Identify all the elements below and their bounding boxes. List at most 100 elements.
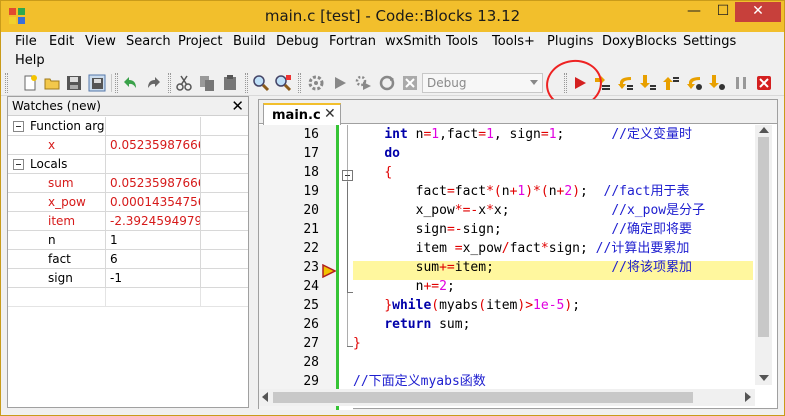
- code-token: //下面定义myabs函数: [353, 374, 486, 389]
- code-token: //fact用于表: [603, 184, 690, 199]
- line-number: 25: [303, 298, 319, 313]
- menu-edit[interactable]: Edit: [49, 34, 74, 49]
- next-instruction-icon[interactable]: [685, 74, 703, 92]
- rebuild-icon[interactable]: [378, 74, 396, 92]
- build-target-select[interactable]: Debug: [422, 73, 543, 93]
- menu-doxyblocks[interactable]: DoxyBlocks: [602, 34, 677, 49]
- step-into-instruction-icon[interactable]: [708, 74, 726, 92]
- code-area[interactable]: int n=1,fact=1, sign=1; //定义变量时 do { fac…: [353, 125, 753, 410]
- copy-icon[interactable]: [198, 74, 216, 92]
- menu-view[interactable]: View: [85, 34, 116, 49]
- step-out-icon[interactable]: [662, 74, 680, 92]
- undo-icon[interactable]: [121, 74, 139, 92]
- open-icon[interactable]: [43, 74, 61, 92]
- build-and-run-icon[interactable]: [354, 74, 372, 92]
- replace-icon[interactable]: [274, 74, 292, 92]
- watch-row[interactable]: x 0.05235987666: [8, 136, 248, 155]
- collapse-icon[interactable]: [13, 159, 24, 170]
- build-icon[interactable]: [307, 74, 325, 92]
- watch-row[interactable]: item -2.39245949796: [8, 212, 248, 231]
- close-window-button[interactable]: ✕: [735, 2, 781, 22]
- minimize-button[interactable]: —: [681, 2, 707, 22]
- watches-panel: Watches (new) ✕ Function argu x 0.052359…: [7, 96, 249, 408]
- menu-tools[interactable]: Tools: [446, 34, 478, 49]
- collapse-icon[interactable]: [13, 121, 24, 132]
- maximize-button[interactable]: ☐: [710, 2, 736, 22]
- watch-row[interactable]: sign -1: [8, 269, 248, 288]
- line-number: 20: [303, 203, 319, 218]
- menu-settings[interactable]: Settings: [683, 34, 736, 49]
- vertical-scrollbar[interactable]: [755, 125, 772, 385]
- code-line: int n=1,fact=1, sign=1; //定义变量时: [353, 125, 753, 144]
- cut-icon[interactable]: [175, 74, 193, 92]
- scroll-right-icon[interactable]: [745, 392, 751, 402]
- code-token: x;: [493, 203, 612, 218]
- watch-row[interactable]: fact 6: [8, 250, 248, 269]
- menu-project[interactable]: Project: [178, 34, 222, 49]
- chevron-down-icon: [530, 80, 538, 85]
- menu-file[interactable]: File: [15, 34, 37, 49]
- scroll-left-icon[interactable]: [262, 392, 268, 402]
- watch-row[interactable]: n 1: [8, 231, 248, 250]
- paste-icon[interactable]: [221, 74, 239, 92]
- code-token: do: [384, 146, 400, 161]
- menu-plugins[interactable]: Plugins: [547, 34, 594, 49]
- close-icon[interactable]: ✕: [324, 106, 336, 122]
- redo-icon[interactable]: [145, 74, 163, 92]
- toolbar-grip[interactable]: [115, 73, 118, 93]
- code-token: n: [501, 184, 510, 199]
- code-token: sum;: [431, 317, 471, 332]
- menu-help[interactable]: Help: [15, 53, 45, 68]
- menu-build[interactable]: Build: [233, 34, 266, 49]
- watch-row[interactable]: sum 0.05235987666: [8, 174, 248, 193]
- watch-group-function-args[interactable]: Function argu: [8, 117, 248, 136]
- watch-empty-row[interactable]: [8, 288, 248, 307]
- save-all-icon[interactable]: [88, 74, 106, 92]
- watches-title: Watches (new): [12, 99, 101, 113]
- tab-main-c[interactable]: main.c ✕: [263, 103, 341, 125]
- watch-group-label: Function argu: [30, 119, 104, 133]
- horizontal-scrollbar[interactable]: [259, 389, 755, 406]
- close-icon[interactable]: ✕: [231, 97, 244, 115]
- menu-wxsmith[interactable]: wxSmith: [385, 34, 441, 49]
- scroll-down-icon[interactable]: [759, 375, 769, 381]
- toolbar-grip[interactable]: [168, 73, 171, 93]
- menu-tools-plus[interactable]: Tools+: [492, 34, 535, 49]
- watch-value: 1: [110, 233, 118, 247]
- menu-fortran[interactable]: Fortran: [329, 34, 376, 49]
- new-file-icon[interactable]: [21, 74, 39, 92]
- scroll-up-icon[interactable]: [759, 127, 769, 133]
- code-token: +=: [423, 279, 440, 294]
- code-token: item;: [454, 260, 612, 275]
- abort-icon[interactable]: [401, 74, 419, 92]
- code-token: {: [384, 165, 393, 180]
- toolbar-grip[interactable]: [298, 73, 301, 93]
- find-icon[interactable]: [252, 74, 270, 92]
- code-token: return: [384, 317, 432, 332]
- save-icon[interactable]: [65, 74, 83, 92]
- menu-debug[interactable]: Debug: [276, 34, 319, 49]
- code-token: //x_pow是分子: [611, 203, 706, 218]
- toolbar-separator: [111, 74, 112, 92]
- code-token: n: [548, 184, 557, 199]
- line-number: 28: [303, 355, 319, 370]
- code-line: sum+=item; //将该项累加: [353, 258, 753, 277]
- watch-name: sum: [48, 176, 74, 190]
- scroll-thumb[interactable]: [758, 137, 769, 337]
- toolbar-grip[interactable]: [5, 73, 8, 93]
- step-into-icon[interactable]: [639, 74, 657, 92]
- toolbar-grip[interactable]: [245, 73, 248, 93]
- hscroll-thumb[interactable]: [273, 392, 693, 403]
- menu-search[interactable]: Search: [126, 34, 171, 49]
- watch-group-locals[interactable]: Locals: [8, 155, 248, 174]
- build-target-value: Debug: [427, 76, 467, 90]
- run-icon[interactable]: [331, 74, 349, 92]
- stop-debugger-icon[interactable]: [755, 74, 773, 92]
- break-debugger-icon[interactable]: [732, 74, 750, 92]
- next-line-icon[interactable]: [616, 74, 634, 92]
- menu-bar: File Edit View Search Project Build Debu…: [1, 32, 784, 70]
- watch-row[interactable]: x_pow 0.00014354756: [8, 193, 248, 212]
